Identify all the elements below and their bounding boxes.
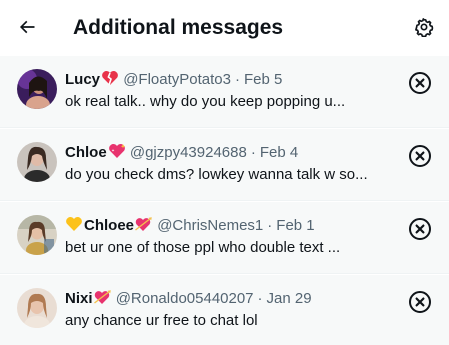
- avatar: [17, 69, 57, 109]
- message-preview: any chance ur free to chat lol: [65, 312, 258, 329]
- message-preview: bet ur one of those ppl who double text …: [65, 239, 341, 256]
- separator-dot: ·: [250, 144, 256, 161]
- sender-name: Chloe: [65, 144, 107, 161]
- message-preview: do you check dms? lowkey wanna talk w so…: [65, 166, 368, 183]
- message-date: Feb 1: [276, 217, 315, 234]
- arrow-left-icon: [17, 17, 37, 42]
- settings-button[interactable]: [407, 12, 441, 46]
- sender-handle: @ChrisNemes1: [157, 217, 264, 234]
- message-request-item[interactable]: Nixi @Ronaldo05440207 · Jan 29 any chance …: [0, 275, 449, 345]
- message-header: Chloe @gjzpy43924688 · Feb 4: [65, 143, 395, 163]
- sender-handle: @gjzpy43924688: [129, 144, 247, 161]
- message-date: Feb 5: [243, 71, 283, 88]
- back-button[interactable]: [10, 12, 44, 46]
- message-header: Chloee @ChrisNemes1 · Feb 1: [65, 216, 395, 236]
- additional-messages-page: Additional messages Lucy @FloatyPotato3 …: [0, 0, 449, 345]
- message-request-list: Lucy @FloatyPotato3 · Feb 5 ok real talk..…: [0, 56, 449, 345]
- heart-with-arrow-emoji: [93, 289, 112, 305]
- sender-handle: @FloatyPotato3: [123, 71, 231, 88]
- dismiss-button[interactable]: [405, 289, 435, 319]
- dismiss-button[interactable]: [405, 70, 435, 100]
- avatar: [17, 215, 57, 255]
- sender-handle: @Ronaldo05440207: [115, 290, 254, 307]
- sender-name: Nixi: [65, 290, 93, 307]
- heart-with-arrow-emoji: [135, 216, 153, 232]
- broken-heart-emoji: [101, 70, 119, 86]
- page-title: Additional messages: [73, 16, 284, 39]
- header: Additional messages: [0, 0, 449, 56]
- message-header: Lucy @FloatyPotato3 · Feb 5: [65, 70, 395, 90]
- sender-name: Chloee: [84, 217, 135, 234]
- sender-name: Lucy: [65, 71, 101, 88]
- avatar: [17, 288, 57, 328]
- message-request-item[interactable]: Chloe @gjzpy43924688 · Feb 4 do you check …: [0, 129, 449, 201]
- gear-icon: [414, 17, 434, 42]
- message-date: Feb 4: [259, 144, 299, 161]
- message-request-item[interactable]: Chloee @ChrisNemes1 · Feb 1 bet ur one of …: [0, 202, 449, 274]
- close-circle-icon: [408, 217, 432, 246]
- avatar: [17, 142, 57, 182]
- close-circle-icon: [408, 71, 432, 100]
- dismiss-button[interactable]: [405, 143, 435, 173]
- message-preview: ok real talk.. why do you keep popping u…: [65, 93, 346, 110]
- dismiss-button[interactable]: [405, 216, 435, 246]
- close-circle-icon: [408, 144, 432, 173]
- message-request-item[interactable]: Lucy @FloatyPotato3 · Feb 5 ok real talk..…: [0, 56, 449, 128]
- separator-dot: ·: [234, 71, 240, 88]
- separator-dot: ·: [257, 290, 263, 307]
- message-header: Nixi @Ronaldo05440207 · Jan 29: [65, 289, 395, 309]
- separator-dot: ·: [267, 217, 273, 234]
- sparkling-heart-emoji: [108, 143, 126, 159]
- yellow-heart-emoji: [65, 216, 83, 232]
- close-circle-icon: [408, 290, 432, 319]
- message-date: Jan 29: [266, 290, 312, 307]
